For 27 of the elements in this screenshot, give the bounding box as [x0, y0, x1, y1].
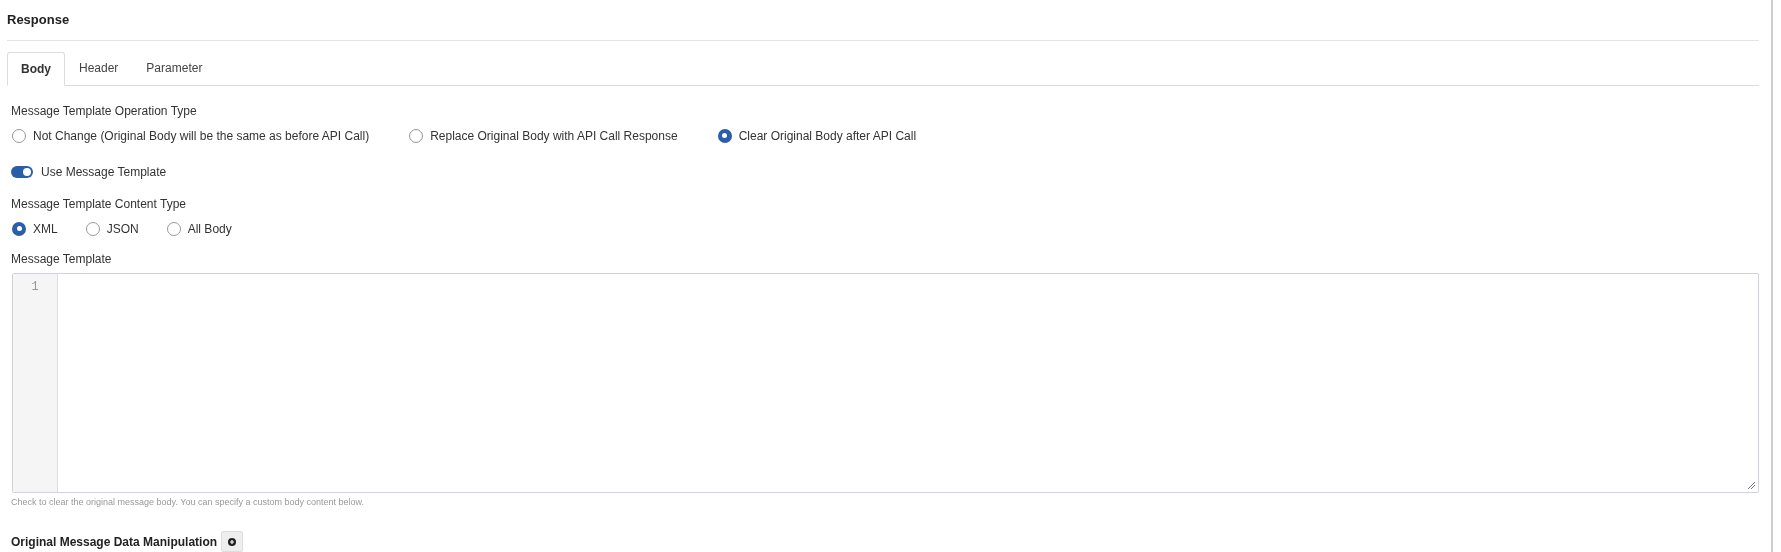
add-button[interactable] [221, 531, 244, 552]
toggle-switch[interactable]: Use Message Template [7, 162, 1759, 181]
radio-option[interactable]: All Body [166, 219, 232, 238]
tab[interactable]: Parameter [132, 50, 217, 85]
radio-option[interactable]: JSON [85, 219, 139, 238]
radio-option[interactable]: Clear Original Body after API Call [717, 126, 917, 145]
radio-button[interactable] [409, 128, 424, 143]
tab[interactable]: Header [65, 50, 133, 85]
toggle-track[interactable] [11, 165, 33, 178]
resize-handle-icon[interactable] [1747, 480, 1756, 490]
help-text: Check to clear the original message body. You can specify a custom body content below. [10, 495, 366, 509]
section-heading: Original Message Data Manipulation [11, 533, 218, 551]
radio-option[interactable]: Not Change (Original Body will be the same as before API Call) [12, 126, 370, 145]
radio-button[interactable] [166, 221, 181, 236]
radio-button[interactable] [717, 128, 732, 143]
radio-button[interactable] [12, 128, 26, 143]
line-number: 1 [31, 278, 39, 296]
radio-button[interactable] [12, 221, 26, 236]
radio-option[interactable]: Replace Original Body with API Call Response [409, 126, 678, 145]
section-title: Response [7, 0, 1759, 41]
tab[interactable]: Body [7, 51, 65, 86]
radio-button[interactable] [85, 221, 100, 236]
field-label: Message Template [10, 250, 113, 268]
field-label: Message Template Content Type [10, 195, 187, 213]
plus-circle-icon [228, 537, 237, 546]
field-label: Message Template Operation Type [10, 102, 198, 120]
radio-option[interactable]: XML [12, 219, 58, 238]
